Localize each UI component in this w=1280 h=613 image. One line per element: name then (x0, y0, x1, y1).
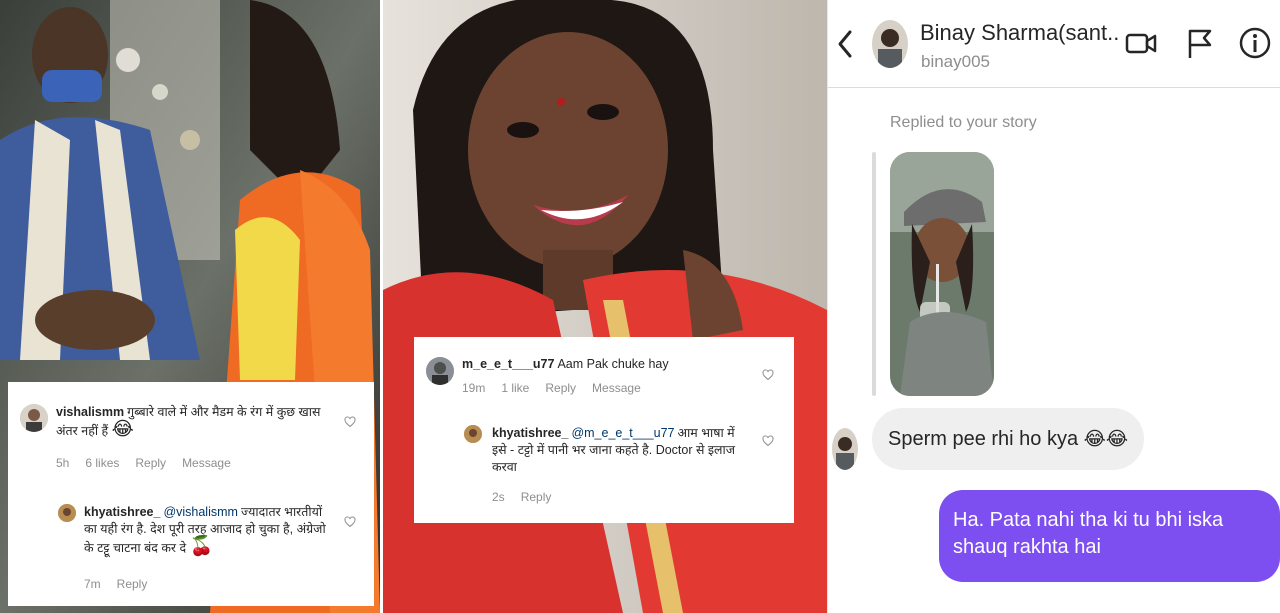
comment-card-middle: m_e_e_t___u77 Aam Pak chuke hay 19m 1 like… (414, 337, 794, 523)
comment-body: m_e_e_t___u77 Aam Pak chuke hay (462, 356, 752, 373)
reply-link[interactable]: Reply (521, 490, 552, 504)
comment-username[interactable]: m_e_e_t___u77 (462, 357, 554, 371)
video-call-icon[interactable] (1124, 26, 1158, 60)
comment-username[interactable]: vishalismm (56, 405, 124, 419)
comment-body: vishalismm गुब्बारे वाले में और मैडम के र… (56, 404, 336, 440)
reply-body: khyatishree_ @m_e_e_t___u77 आम भाषा में इस… (492, 425, 752, 476)
chat-contact-name[interactable]: Binay Sharma(sant... (920, 20, 1120, 46)
message-link[interactable]: Message (592, 381, 641, 395)
heart-icon[interactable] (344, 416, 356, 428)
received-message-text: Sperm pee rhi ho kya (888, 428, 1079, 450)
avatar[interactable] (872, 20, 908, 68)
avatar[interactable] (464, 425, 482, 443)
comment-meta: 5h 6 likes Reply Message (56, 456, 247, 470)
sent-message-text: Ha. Pata nahi tha ki tu bhi iska shauq r… (953, 509, 1224, 558)
avatar[interactable] (426, 357, 454, 385)
message-link[interactable]: Message (182, 456, 231, 470)
reply-emoji: 🍒 (189, 536, 214, 557)
received-message[interactable]: Sperm pee rhi ho kya 😂😂 (872, 408, 1145, 470)
direct-message-panel: Binay Sharma(sant... binay005 Replied to… (827, 0, 1280, 613)
laughing-emoji: 😂😂 (1083, 429, 1129, 450)
chevron-left-icon[interactable] (834, 26, 856, 62)
comment-time: 5h (56, 456, 70, 470)
reply-meta: 2s Reply (492, 490, 567, 504)
reply-body: khyatishree_ @vishalismm ज्यादातर भारतीयों… (84, 504, 334, 557)
story-reply-divider (872, 152, 876, 396)
reply-mention[interactable]: @vishalismm (163, 505, 238, 519)
reply-time: 2s (492, 490, 505, 504)
comment-text: Aam Pak chuke hay (557, 357, 669, 371)
chat-contact-handle: binay005 (921, 52, 991, 71)
heart-icon[interactable] (762, 435, 774, 447)
avatar[interactable] (58, 504, 76, 522)
comment-card-left: vishalismm गुब्बारे वाले में और मैडम के र… (8, 382, 374, 606)
comment-meta: 19m 1 like Reply Message (462, 381, 657, 395)
reply-link[interactable]: Reply (135, 456, 166, 470)
heart-icon[interactable] (344, 516, 356, 528)
heart-icon[interactable] (762, 369, 774, 381)
like-count[interactable]: 6 likes (85, 456, 119, 470)
comment-time: 19m (462, 381, 486, 395)
reply-username[interactable]: khyatishree_ (84, 505, 160, 519)
like-count[interactable]: 1 like (501, 381, 529, 395)
reply-meta: 7m Reply (84, 577, 163, 591)
reply-username[interactable]: khyatishree_ (492, 426, 568, 440)
story-reply-label: Replied to your story (890, 114, 1037, 131)
avatar[interactable] (832, 428, 858, 470)
reply-link[interactable]: Reply (117, 577, 148, 591)
chat-header: Binay Sharma(sant... binay005 (828, 0, 1280, 88)
reply-mention[interactable]: @m_e_e_t___u77 (571, 426, 674, 440)
info-icon[interactable] (1238, 26, 1272, 60)
reply-time: 7m (84, 577, 101, 591)
comment-emoji: 😂 (111, 419, 134, 440)
sent-message[interactable]: Ha. Pata nahi tha ki tu bhi iska shauq r… (939, 490, 1280, 582)
avatar[interactable] (20, 404, 48, 432)
flag-icon[interactable] (1182, 26, 1216, 60)
story-thumbnail[interactable] (890, 152, 994, 396)
reply-link[interactable]: Reply (545, 381, 576, 395)
